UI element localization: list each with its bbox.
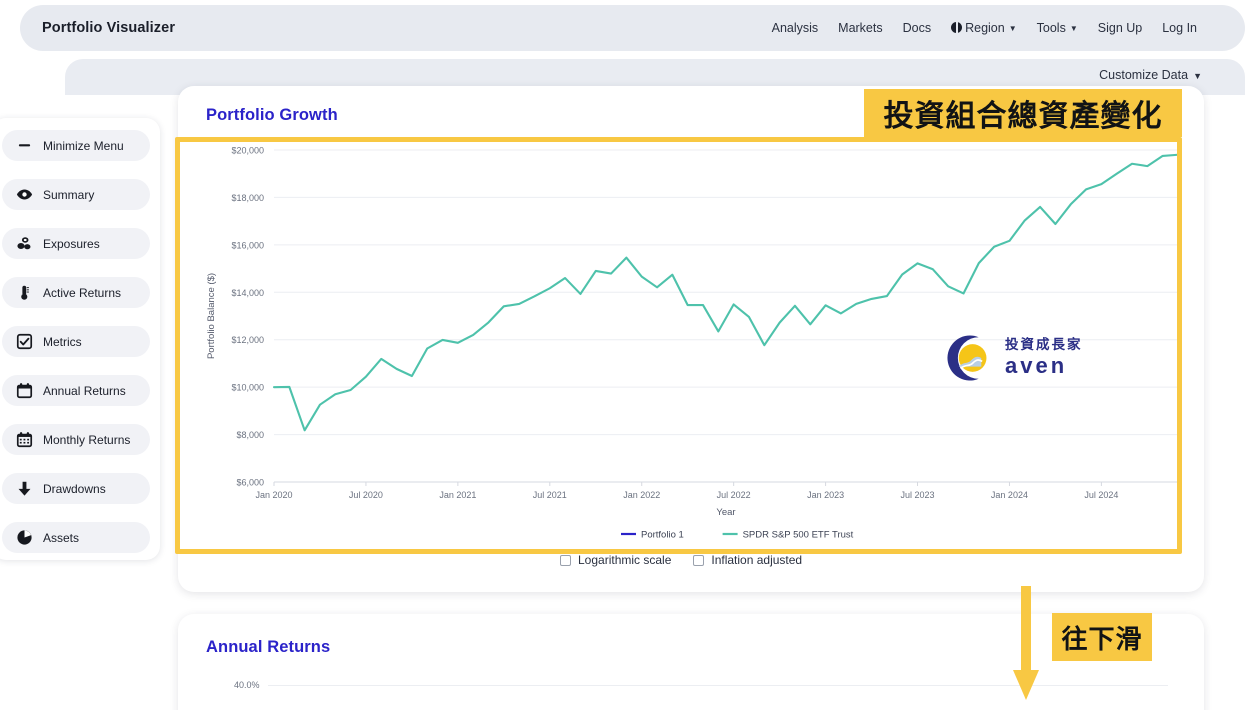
nav-links: Analysis Markets Docs Region ▼ Tools ▼ Sig…: [772, 21, 1197, 35]
eye-icon: [16, 186, 33, 203]
svg-text:Jul 2022: Jul 2022: [717, 490, 751, 500]
annual-returns-title: Annual Returns: [206, 638, 331, 656]
nav-link-markets-label: Markets: [838, 21, 883, 35]
sidebar-item-minimize-menu[interactable]: Minimize Menu: [2, 130, 150, 161]
nav-link-analysis[interactable]: Analysis: [772, 21, 819, 35]
svg-text:$20,000: $20,000: [231, 146, 264, 156]
sidebar-item-label: Active Returns: [43, 285, 122, 300]
sidebar-item-label: Summary: [43, 187, 95, 202]
sidebar-item-summary[interactable]: Summary: [2, 179, 150, 210]
svg-text:Year: Year: [716, 507, 735, 518]
watermark-en-text: aven: [1005, 353, 1068, 379]
nav-link-markets[interactable]: Markets: [838, 21, 882, 35]
sidebar-item-metrics[interactable]: Metrics: [2, 326, 150, 357]
watermark: 投資成長家 aven: [944, 332, 1083, 384]
svg-text:Jan 2021: Jan 2021: [439, 490, 476, 500]
calendar-grid-icon: [16, 431, 33, 448]
svg-text:$12,000: $12,000: [231, 335, 264, 345]
customize-data-label: Customize Data: [1099, 68, 1189, 82]
chart-highlight-caption: 投資組合總資產變化: [864, 89, 1182, 137]
chart-options: Logarithmic scale Inflation adjusted: [560, 553, 802, 567]
svg-text:Jul 2024: Jul 2024: [1084, 490, 1118, 500]
checkbox-box[interactable]: [560, 554, 571, 566]
checkbox-box[interactable]: [693, 554, 705, 566]
sidebar-item-drawdowns[interactable]: Drawdowns: [2, 473, 150, 504]
sidebar: Minimize Menu Summary Exposures Active R…: [0, 118, 160, 560]
svg-text:Jan 2024: Jan 2024: [991, 490, 1028, 500]
sidebar-item-assets[interactable]: Assets: [2, 522, 150, 553]
logarithmic-scale-checkbox[interactable]: Logarithmic scale: [560, 553, 671, 567]
svg-text:Portfolio Balance ($): Portfolio Balance ($): [206, 273, 217, 359]
sidebar-item-annual-returns[interactable]: Annual Returns: [2, 375, 150, 406]
nav-link-analysis-label: Analysis: [771, 21, 819, 35]
chevron-down-icon: ▼: [1069, 24, 1078, 33]
svg-text:$16,000: $16,000: [231, 240, 264, 250]
annual-returns-first-tick: 40.0%: [234, 680, 260, 690]
customize-data-button[interactable]: Customize Data ▼: [1099, 68, 1202, 82]
nav-link-tools-label: Tools: [1036, 21, 1066, 35]
logarithmic-scale-label: Logarithmic scale: [578, 553, 672, 567]
svg-text:$6,000: $6,000: [236, 478, 264, 488]
app-brand-title: Portfolio Visualizer: [42, 20, 176, 36]
arrow-down-icon: [16, 480, 33, 497]
nav-link-docs-label: Docs: [902, 21, 932, 35]
svg-text:SPDR S&P 500 ETF Trust: SPDR S&P 500 ETF Trust: [743, 529, 854, 540]
sidebar-item-label: Minimize Menu: [43, 138, 124, 153]
chevron-down-icon: ▼: [1193, 71, 1202, 81]
nav-link-log-in-label: Log In: [1162, 21, 1197, 35]
sidebar-item-label: Metrics: [43, 334, 82, 349]
watermark-cn-text: 投資成長家: [1005, 336, 1083, 353]
top-navigation-bar: Portfolio Visualizer Analysis Markets Do…: [20, 5, 1245, 51]
sidebar-item-label: Exposures: [43, 236, 100, 251]
svg-text:Portfolio 1: Portfolio 1: [641, 529, 684, 540]
svg-text:Jan 2020: Jan 2020: [255, 490, 292, 500]
sidebar-item-label: Drawdowns: [43, 481, 106, 496]
inflation-adjusted-label: Inflation adjusted: [711, 553, 803, 567]
nav-link-sign-up-label: Sign Up: [1097, 21, 1143, 35]
sidebar-item-monthly-returns[interactable]: Monthly Returns: [2, 424, 150, 455]
checkbox-icon: [16, 333, 33, 350]
nav-link-region[interactable]: Region ▼: [951, 21, 1017, 35]
annual-returns-card: Annual Returns 40.0%: [178, 614, 1204, 710]
nav-link-docs[interactable]: Docs: [903, 21, 931, 35]
svg-text:Jul 2020: Jul 2020: [349, 490, 383, 500]
svg-text:$8,000: $8,000: [236, 430, 264, 440]
calendar-icon: [16, 382, 33, 399]
svg-text:$18,000: $18,000: [231, 193, 264, 203]
globe-icon: [951, 22, 963, 33]
nav-link-sign-up[interactable]: Sign Up: [1098, 21, 1142, 35]
svg-text:$14,000: $14,000: [231, 288, 264, 298]
nav-link-log-in[interactable]: Log In: [1162, 21, 1197, 35]
svg-text:$10,000: $10,000: [231, 383, 264, 393]
svg-text:Jan 2023: Jan 2023: [807, 490, 844, 500]
app-root: Portfolio Visualizer Analysis Markets Do…: [0, 0, 1250, 710]
page-title: Portfolio Growth: [206, 106, 338, 124]
nav-link-region-label: Region: [965, 21, 1005, 35]
sidebar-item-label: Monthly Returns: [43, 432, 131, 447]
sidebar-item-label: Assets: [43, 530, 80, 545]
inflation-adjusted-checkbox[interactable]: Inflation adjusted: [693, 553, 802, 567]
aven-logo-icon: [947, 335, 987, 381]
nav-link-tools[interactable]: Tools ▼: [1037, 21, 1078, 35]
svg-text:Jul 2023: Jul 2023: [901, 490, 935, 500]
sidebar-item-exposures[interactable]: Exposures: [2, 228, 150, 259]
minus-icon: [16, 137, 33, 154]
svg-text:Jan 2022: Jan 2022: [623, 490, 660, 500]
sidebar-item-label: Annual Returns: [43, 383, 126, 398]
pie-chart-icon: [16, 529, 33, 546]
thermometer-icon: [16, 284, 33, 301]
scroll-down-arrow-icon: [1013, 586, 1039, 700]
scroll-down-caption: 往下滑: [1052, 613, 1152, 661]
svg-text:Jul 2021: Jul 2021: [533, 490, 567, 500]
chevron-down-icon: ▼: [1008, 24, 1017, 33]
sidebar-item-active-returns[interactable]: Active Returns: [2, 277, 150, 308]
cubes-icon: [16, 235, 33, 252]
